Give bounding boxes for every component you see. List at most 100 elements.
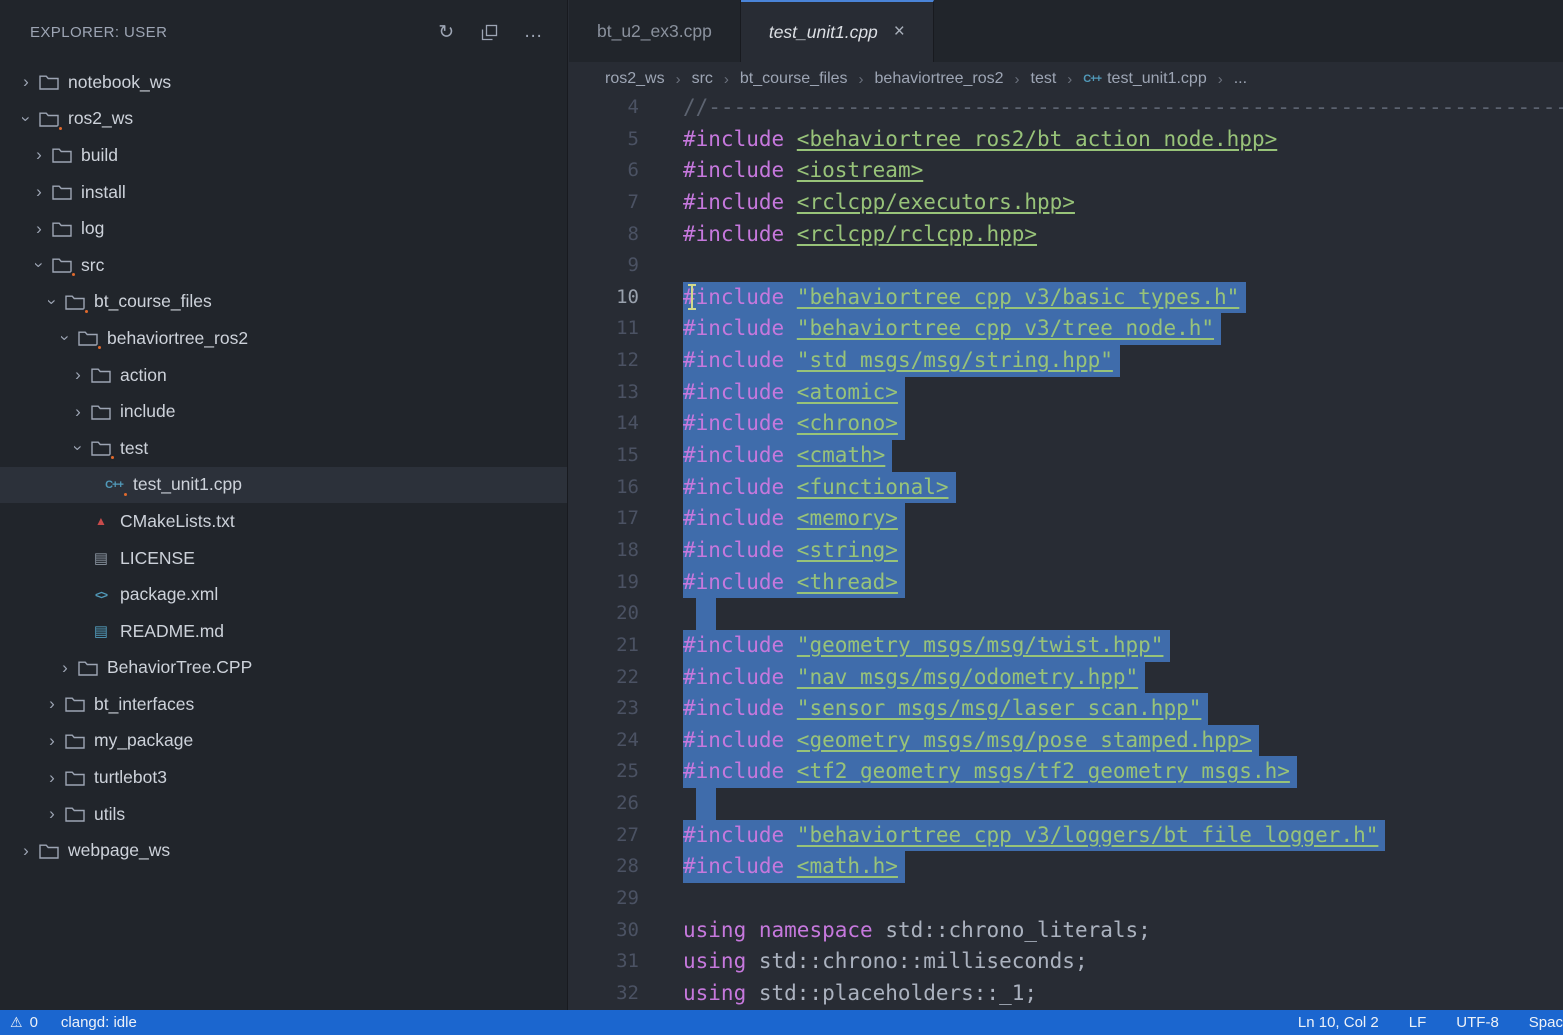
status-item[interactable]: UTF-8 [1456, 1014, 1499, 1031]
code-line-17[interactable]: 17#include <memory> [569, 503, 1563, 535]
code-line-6[interactable]: 6#include <iostream> [569, 155, 1563, 187]
line-number: 13 [569, 377, 639, 409]
tree-item-action[interactable]: ›action [0, 357, 567, 394]
tree-item-install[interactable]: ›install [0, 174, 567, 211]
chevron-icon[interactable]: › [42, 804, 62, 824]
breadcrumb-label: src [692, 70, 713, 88]
tree-item-my_package[interactable]: ›my_package [0, 723, 567, 760]
breadcrumb-item-test[interactable]: test [1031, 70, 1057, 88]
tab-bt_u2_ex3.cpp[interactable]: bt_u2_ex3.cpp [569, 0, 741, 62]
tree-item-log[interactable]: ›log [0, 210, 567, 247]
tree-item-bt_interfaces[interactable]: ›bt_interfaces [0, 686, 567, 723]
status-item[interactable]: LF [1409, 1014, 1427, 1031]
chevron-icon[interactable]: › [42, 694, 62, 714]
tree-item-notebook_ws[interactable]: ›notebook_ws [0, 64, 567, 101]
code-line-21[interactable]: 21#include "geometry_msgs/msg/twist.hpp" [569, 630, 1563, 662]
breadcrumb-item-test_unit1.cpp[interactable]: C++test_unit1.cpp [1083, 70, 1206, 88]
tree-item-package.xml[interactable]: <>package.xml [0, 576, 567, 613]
tree-item-BehaviorTree.CPP[interactable]: ›BehaviorTree.CPP [0, 650, 567, 687]
line-number: 21 [569, 630, 639, 662]
tree-item-behaviortree_ros2[interactable]: ›behaviortree_ros2 [0, 320, 567, 357]
collapse-folders-icon[interactable] [481, 24, 498, 41]
tree-item-turtlebot3[interactable]: ›turtlebot3 [0, 759, 567, 796]
code-line-31[interactable]: 31using std::chrono::milliseconds; [569, 946, 1563, 978]
tree-item-test_unit1.cpp[interactable]: C++test_unit1.cpp [0, 467, 567, 504]
code-line-27[interactable]: 27#include "behaviortree_cpp_v3/loggers/… [569, 820, 1563, 852]
tree-item-webpage_ws[interactable]: ›webpage_ws [0, 832, 567, 869]
status-item[interactable]: Ln 10, Col 2 [1298, 1014, 1379, 1031]
code-line-29[interactable]: 29 [569, 883, 1563, 915]
tree-item-build[interactable]: ›build [0, 137, 567, 174]
close-tab-icon[interactable]: × [894, 21, 905, 43]
code-line-5[interactable]: 5#include <behaviortree_ros2/bt_action_n… [569, 124, 1563, 156]
warning-icon[interactable]: ⚠ [10, 1014, 23, 1031]
chevron-icon[interactable]: › [29, 255, 49, 275]
code-line-18[interactable]: 18#include <string> [569, 535, 1563, 567]
code-line-9[interactable]: 9 [569, 250, 1563, 282]
code-line-19[interactable]: 19#include <thread> [569, 567, 1563, 599]
breadcrumb-label: ros2_ws [605, 70, 665, 88]
chevron-icon[interactable]: › [68, 365, 88, 385]
chevron-icon[interactable]: › [29, 219, 49, 239]
refresh-explorer-icon[interactable]: ↻ [438, 21, 454, 44]
tree-item-bt_course_files[interactable]: ›bt_course_files [0, 284, 567, 321]
code-line-4[interactable]: 4//-------------------------------------… [569, 92, 1563, 124]
chevron-icon[interactable]: › [42, 292, 62, 312]
chevron-icon[interactable]: › [55, 328, 75, 348]
chevron-icon[interactable]: › [42, 768, 62, 788]
code-line-8[interactable]: 8#include <rclcpp/rclcpp.hpp> [569, 219, 1563, 251]
code-line-13[interactable]: 13#include <atomic> [569, 377, 1563, 409]
breadcrumb-item-ros2_ws[interactable]: ros2_ws [605, 70, 665, 88]
chevron-icon[interactable]: › [29, 145, 49, 165]
tree-item-src[interactable]: ›src [0, 247, 567, 284]
chevron-icon[interactable]: › [29, 182, 49, 202]
line-number: 9 [569, 250, 639, 282]
problems-count[interactable]: 0 [30, 1014, 38, 1031]
code-line-15[interactable]: 15#include <cmath> [569, 440, 1563, 472]
breadcrumb-item-src[interactable]: src [692, 70, 713, 88]
breadcrumb-item-bt_course_files[interactable]: bt_course_files [740, 70, 848, 88]
code-line-11[interactable]: 11#include "behaviortree_cpp_v3/tree_nod… [569, 313, 1563, 345]
code-line-23[interactable]: 23#include "sensor_msgs/msg/laser_scan.h… [569, 693, 1563, 725]
tree-item-test[interactable]: ›test [0, 430, 567, 467]
code-line-30[interactable]: 30using namespace std::chrono_literals; [569, 915, 1563, 947]
tree-item-utils[interactable]: ›utils [0, 796, 567, 833]
code-line-32[interactable]: 32using std::placeholders::_1; [569, 978, 1563, 1010]
code-line-28[interactable]: 28#include <math.h> [569, 851, 1563, 883]
code-line-26[interactable]: 26 [569, 788, 1563, 820]
code-line-24[interactable]: 24#include <geometry_msgs/msg/pose_stamp… [569, 725, 1563, 757]
chevron-icon[interactable]: › [68, 438, 88, 458]
tree-item-README.md[interactable]: ▤README.md [0, 613, 567, 650]
code-line-7[interactable]: 7#include <rclcpp/executors.hpp> [569, 187, 1563, 219]
token-kw: #include [683, 285, 797, 309]
chevron-icon[interactable]: › [16, 72, 36, 92]
breadcrumb-item-behaviortree_ros2[interactable]: behaviortree_ros2 [875, 70, 1004, 88]
code-line-12[interactable]: 12#include "std_msgs/msg/string.hpp" [569, 345, 1563, 377]
code-line-22[interactable]: 22#include "nav_msgs/msg/odometry.hpp" [569, 662, 1563, 694]
tree-item-LICENSE[interactable]: ▤LICENSE [0, 540, 567, 577]
chevron-icon[interactable]: › [42, 731, 62, 751]
code-line-20[interactable]: 20 [569, 598, 1563, 630]
code-line-16[interactable]: 16#include <functional> [569, 472, 1563, 504]
more-actions-icon[interactable]: … [524, 21, 543, 43]
token-kw: #include [683, 823, 797, 847]
code-line-10[interactable]: 10#include "behaviortree_cpp_v3/basic_ty… [569, 282, 1563, 314]
token-pln: std::placeholders::_1; [746, 981, 1037, 1005]
code-line-14[interactable]: 14#include <chrono> [569, 408, 1563, 440]
breadcrumb-item-...[interactable]: ... [1234, 70, 1247, 88]
explorer-sidebar: EXPLORER: USER ↻ … ›notebook_ws›ros2_ws›… [0, 0, 568, 1010]
chevron-icon[interactable]: › [68, 402, 88, 422]
code-line-25[interactable]: 25#include <tf2_geometry_msgs/tf2_geomet… [569, 756, 1563, 788]
tree-item-include[interactable]: ›include [0, 393, 567, 430]
chevron-icon[interactable]: › [16, 841, 36, 861]
status-item[interactable]: Spac [1529, 1014, 1563, 1031]
chevron-icon[interactable]: › [55, 658, 75, 678]
code-editor[interactable]: 4//-------------------------------------… [569, 92, 1563, 1010]
tab-test_unit1.cpp[interactable]: test_unit1.cpp× [741, 0, 934, 62]
tree-item-CMakeLists.txt[interactable]: ▲CMakeLists.txt [0, 503, 567, 540]
chevron-icon[interactable]: › [16, 109, 36, 129]
line-number: 30 [569, 915, 639, 947]
token-inc: <geometry_msgs/msg/pose_stamped.hpp> [797, 728, 1252, 752]
clangd-status[interactable]: clangd: idle [61, 1014, 137, 1031]
tree-item-ros2_ws[interactable]: ›ros2_ws [0, 101, 567, 138]
